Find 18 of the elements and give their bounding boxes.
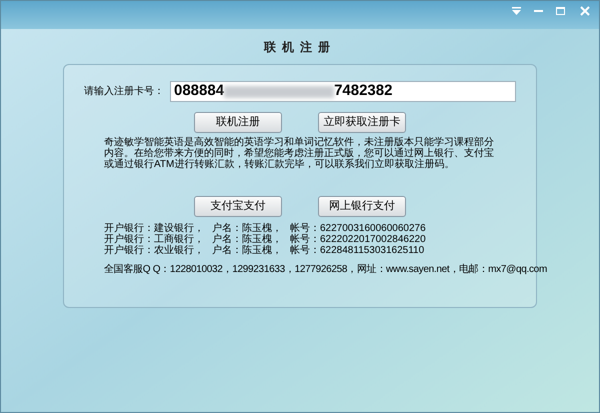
action-button[interactable]: 支付宝支付 [194,196,282,217]
window-title: 联机注册 [264,38,336,56]
card-number-label: 请输入注册卡号： [84,84,165,99]
bank-name: 开户银行：工商银行， [104,234,205,245]
action-button[interactable]: 网上银行支付 [318,196,406,217]
account-holder: 户名：陈玉槐， [212,223,283,234]
bank-name: 开户银行：建设银行， [104,223,205,234]
bank-name: 开户银行：农业银行， [104,245,205,256]
account-holder: 户名：陈玉槐， [212,245,283,256]
contact-text: 全国客服Q Q：1228010032，1299231633，1277926258，网址：www.sayen.net，电邮：mx7@qq.com [104,264,547,276]
card-number-field[interactable]: 088884 7482382 [170,81,516,102]
account-holder: 户名：陈玉槐， [212,234,283,245]
action-button[interactable]: 立即获取注册卡 [318,112,406,133]
account-number: 帐号：6227003160060060276 [290,223,426,234]
action-button[interactable]: 联机注册 [194,112,282,133]
account-number: 帐号：6228481153031625110 [290,245,424,256]
account-number: 帐号：6222022017002846220 [290,234,426,245]
description-text: 奇迹敏学智能英语是高效智能的英语学习和单词记忆软件，未注册版本只能学习课程部分内容。在给您带来方便的同时，希望您能考虑注册正式版，您可以通过网上银行、支付宝或通过银行ATM进行转账汇款，转账汇款完毕，可以联系我们立即获取注册码。 [103,137,495,170]
